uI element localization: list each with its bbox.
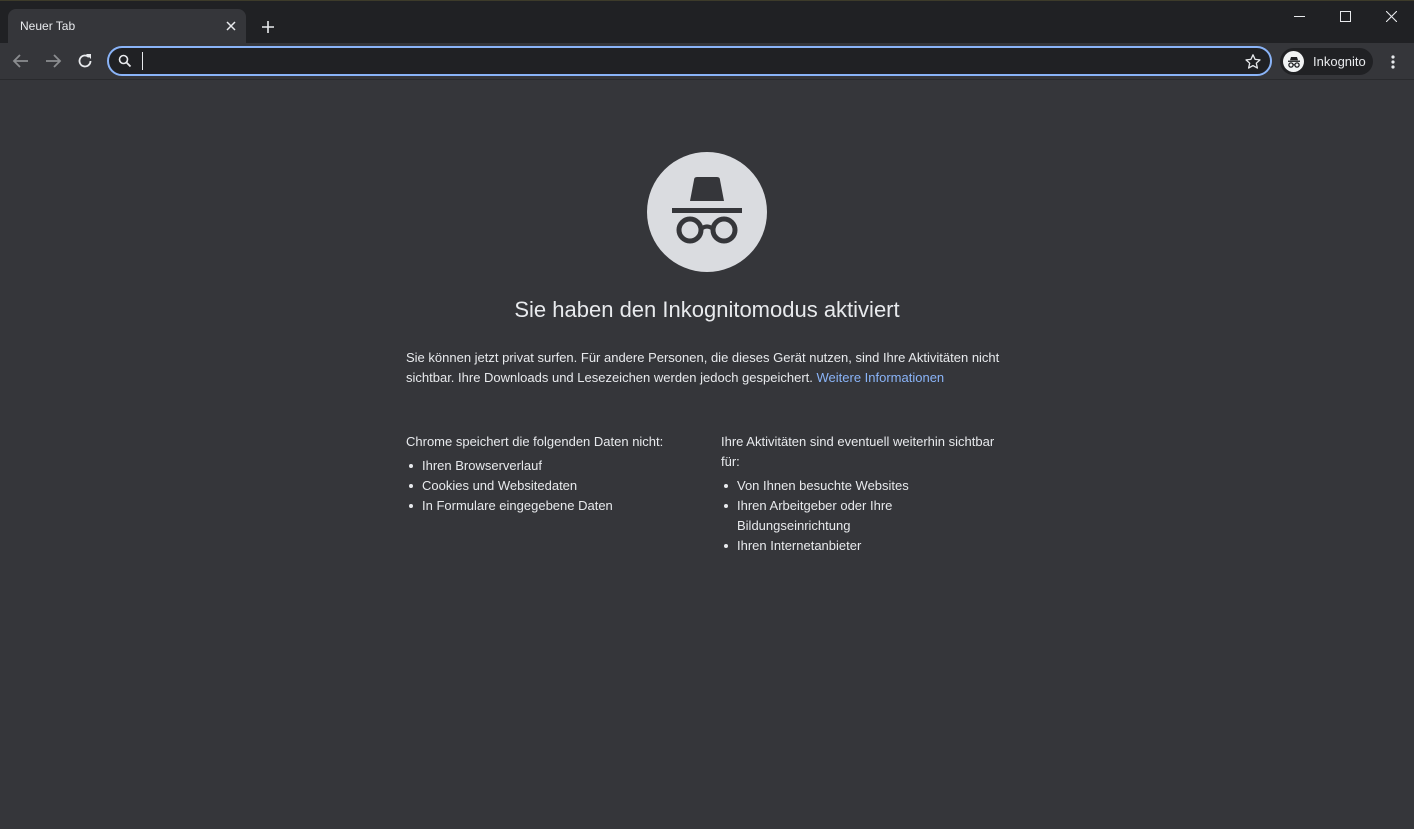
not-saved-heading: Chrome speichert die folgenden Daten nic… bbox=[406, 434, 664, 449]
profile-label: Inkognito bbox=[1313, 54, 1366, 69]
learn-more-link[interactable]: Weitere Informationen bbox=[817, 370, 945, 385]
list-item: Ihren Browserverlauf bbox=[406, 456, 706, 476]
incognito-profile-button[interactable]: Inkognito bbox=[1280, 48, 1373, 75]
incognito-icon bbox=[647, 152, 767, 272]
list-item: Ihren Arbeitgeber oder Ihre Bildungseinr… bbox=[721, 496, 1001, 536]
still-visible-heading: Ihre Aktivitäten sind eventuell weiterhi… bbox=[721, 434, 995, 469]
incognito-icon bbox=[1283, 51, 1304, 72]
plus-icon bbox=[262, 21, 274, 33]
more-vertical-icon bbox=[1391, 55, 1395, 69]
still-visible-list: Von Ihnen besuchte Websites Ihren Arbeit… bbox=[721, 476, 1001, 556]
tab-title: Neuer Tab bbox=[20, 19, 76, 33]
minimize-button[interactable] bbox=[1276, 1, 1322, 31]
menu-button[interactable] bbox=[1382, 49, 1404, 75]
search-icon bbox=[118, 54, 132, 68]
arrow-left-icon bbox=[12, 54, 28, 68]
back-button[interactable] bbox=[7, 47, 35, 75]
star-icon bbox=[1245, 54, 1261, 69]
arrow-right-icon bbox=[46, 54, 62, 68]
close-window-button[interactable] bbox=[1368, 1, 1414, 31]
list-item: Cookies und Websitedaten bbox=[406, 476, 706, 496]
list-item: Ihren Internetanbieter bbox=[721, 536, 1001, 556]
minimize-icon bbox=[1293, 15, 1305, 17]
tab-close-icon[interactable] bbox=[222, 17, 240, 35]
list-item: In Formulare eingegebene Daten bbox=[406, 496, 706, 516]
text-cursor bbox=[142, 52, 143, 70]
page-title: Sie haben den Inkognitomodus aktiviert bbox=[514, 297, 900, 322]
not-saved-section: Chrome speichert die folgenden Daten nic… bbox=[406, 432, 706, 516]
address-input[interactable] bbox=[141, 51, 1221, 71]
maximize-button[interactable] bbox=[1322, 1, 1368, 31]
close-icon bbox=[1385, 10, 1397, 22]
reload-icon bbox=[78, 54, 92, 68]
reload-button[interactable] bbox=[71, 47, 99, 75]
new-tab-button[interactable] bbox=[258, 17, 278, 37]
not-saved-list: Ihren Browserverlauf Cookies und Website… bbox=[406, 456, 706, 516]
toolbar: Inkognito bbox=[0, 43, 1414, 80]
list-item: Von Ihnen besuchte Websites bbox=[721, 476, 1001, 496]
omnibox[interactable] bbox=[107, 46, 1272, 76]
still-visible-section: Ihre Aktivitäten sind eventuell weiterhi… bbox=[721, 432, 1001, 556]
intro-paragraph: Sie können jetzt privat surfen. Für ande… bbox=[406, 348, 1016, 388]
title-bar: Neuer Tab bbox=[0, 0, 1414, 44]
forward-button[interactable] bbox=[39, 47, 67, 75]
tab-neuer-tab[interactable]: Neuer Tab bbox=[8, 9, 246, 44]
maximize-icon bbox=[1339, 10, 1351, 22]
incognito-page: Sie haben den Inkognitomodus aktiviert S… bbox=[0, 81, 1414, 829]
